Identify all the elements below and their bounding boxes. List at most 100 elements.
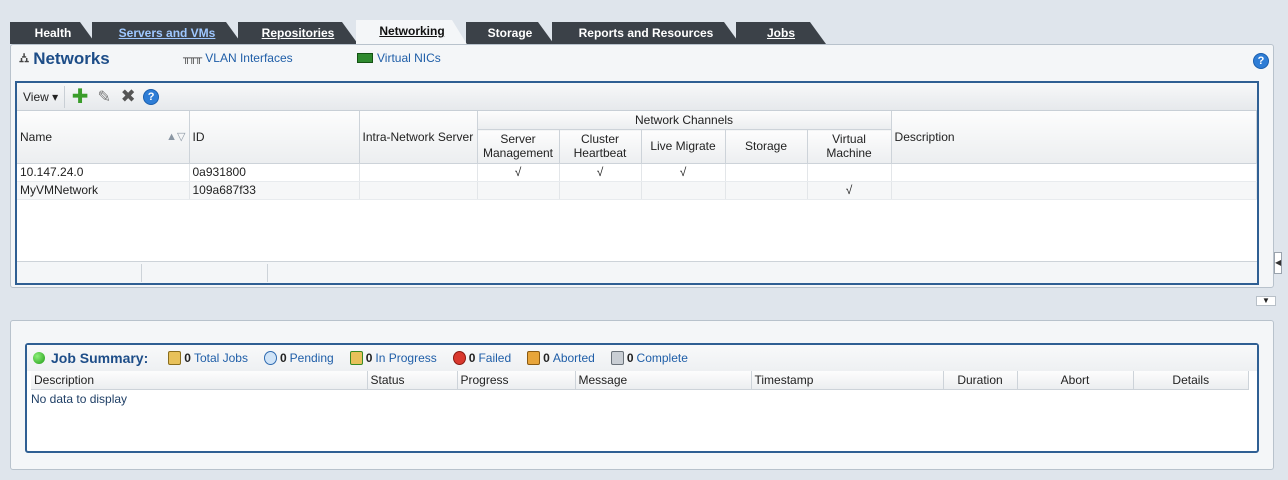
total-jobs-count: 0 [184,351,191,365]
aborted-count: 0 [543,351,550,365]
tab-servers-and-vms[interactable]: Servers and VMs [92,22,242,44]
networks-toolbar: View ▾ ✚ ✎ ✖ ? [17,83,1257,111]
job-summary-region: Job Summary: 0 Total Jobs 0 Pending 0 In… [10,320,1274,470]
in-progress-label: In Progress [375,351,437,365]
col-name-label: Name [20,129,53,144]
cell-intra [359,163,478,182]
status-ok-icon [33,352,45,364]
tab-networking[interactable]: Networking [356,20,468,46]
col-name[interactable]: Name ▲▽ [17,111,190,164]
delete-icon[interactable]: ✖ [119,86,137,106]
tab-reports-label: Reports and Resources [578,26,714,40]
subtab-networks-label: Networks [33,49,110,68]
table-row[interactable]: MyVMNetwork 109a687f33 √ [17,181,1258,200]
col-job-description[interactable]: Description [31,371,368,390]
col-cluster-heartbeat[interactable]: Cluster Heartbeat [559,129,642,164]
page-help-icon[interactable]: ? [1253,53,1269,69]
complete-label: Complete [636,351,688,365]
col-job-progress[interactable]: Progress [457,371,576,390]
cell-intra [359,181,478,200]
subtab-virtual-nics[interactable]: Virtual NICs [357,51,441,65]
col-job-message[interactable]: Message [575,371,752,390]
tab-jobs[interactable]: Jobs [736,22,826,44]
col-description[interactable]: Description [891,111,1258,164]
pending-stat[interactable]: 0 Pending [263,351,334,365]
networks-icon: ⛼ [19,50,30,65]
col-intra-network-server[interactable]: Intra-Network Server [359,111,478,164]
tab-repositories[interactable]: Repositories [238,22,358,44]
cell-id: 0a931800 [189,163,360,182]
tab-networking-label: Networking [379,24,445,38]
subtab-bar: ⛼ Networks ╥╥╥ VLAN Interfaces Virtual N… [11,45,1273,75]
cell-description [891,163,1258,182]
pending-count: 0 [279,351,287,365]
edit-icon[interactable]: ✎ [95,88,113,106]
subtab-vlan-interfaces[interactable]: ╥╥╥ VLAN Interfaces [183,51,293,65]
cell-live-migrate [641,181,726,200]
complete-stat[interactable]: 0 Complete [610,351,688,365]
job-summary-title: Job Summary: [51,350,149,366]
tab-repositories-label: Repositories [261,26,335,40]
aborted-stat[interactable]: 0 Aborted [527,351,595,365]
pending-clock-icon [263,351,277,365]
tab-servers-label: Servers and VMs [118,26,216,40]
in-progress-icon [349,351,363,365]
status-divider [267,264,268,282]
subtab-vlan-label: VLAN Interfaces [205,51,293,65]
aborted-icon [527,351,541,365]
vlan-icon: ╥╥╥ [183,52,202,64]
failed-label: Failed [478,351,512,365]
cell-name: MyVMNetwork [17,181,190,200]
cell-server-management [477,181,560,200]
col-job-duration[interactable]: Duration [943,371,1018,390]
networks-table: Name ▲▽ ID Intra-Network Server Network … [17,111,1258,200]
networks-grid-panel: View ▾ ✚ ✎ ✖ ? Name ▲▽ ID Intra-Network … [15,81,1259,285]
col-job-abort[interactable]: Abort [1017,371,1134,390]
total-jobs-label: Total Jobs [193,351,248,365]
subtab-networks[interactable]: ⛼ Networks [19,49,110,69]
failed-icon [452,351,466,365]
tab-storage[interactable]: Storage [466,22,554,44]
col-storage[interactable]: Storage [725,129,808,164]
status-divider [141,264,142,282]
collapse-panel-handle[interactable]: ◀ [1274,252,1282,274]
help-icon[interactable]: ? [143,88,160,105]
col-job-timestamp[interactable]: Timestamp [751,371,944,390]
cell-live-migrate: √ [641,163,726,182]
splitter-toggle-icon[interactable]: ▼ [1256,296,1276,306]
cell-cluster-heartbeat: √ [559,163,642,182]
view-menu[interactable]: View ▾ [23,85,66,108]
cell-cluster-heartbeat [559,181,642,200]
cell-virtual-machine [807,163,892,182]
col-live-migrate[interactable]: Live Migrate [641,129,726,164]
cell-server-management: √ [477,163,560,182]
tab-health[interactable]: Health [10,22,96,44]
sort-icon[interactable]: ▲▽ [166,130,185,143]
tab-reports-and-resources[interactable]: Reports and Resources [552,22,740,44]
col-server-management[interactable]: Server Management [477,129,560,164]
cell-storage [725,181,808,200]
col-job-status[interactable]: Status [367,371,458,390]
tab-health-label: Health [34,26,72,40]
col-job-details[interactable]: Details [1133,371,1249,390]
aborted-label: Aborted [552,351,595,365]
cell-description [891,181,1258,200]
in-progress-stat[interactable]: 0 In Progress [349,351,437,365]
job-summary-panel: Job Summary: 0 Total Jobs 0 Pending 0 In… [25,343,1259,453]
failed-count: 0 [468,351,476,365]
add-icon[interactable]: ✚ [71,86,89,108]
jobs-table: Description Status Progress Message Time… [31,371,1249,390]
cell-virtual-machine: √ [807,181,892,200]
nic-card-icon [357,53,373,63]
subtab-vnics-label: Virtual NICs [377,51,441,65]
networks-panel: ⛼ Networks ╥╥╥ VLAN Interfaces Virtual N… [10,44,1274,288]
failed-stat[interactable]: 0 Failed [452,351,512,365]
job-summary-header: Job Summary: 0 Total Jobs 0 Pending 0 In… [27,345,1257,371]
col-virtual-machine[interactable]: Virtual Machine [807,129,892,164]
total-jobs-stat[interactable]: 0 Total Jobs [168,351,248,365]
col-id[interactable]: ID [189,111,360,164]
col-group-network-channels: Network Channels [477,111,892,130]
clipboard-icon [168,351,182,365]
table-row[interactable]: 10.147.24.0 0a931800 √ √ √ [17,163,1258,182]
tab-storage-label: Storage [487,26,533,40]
